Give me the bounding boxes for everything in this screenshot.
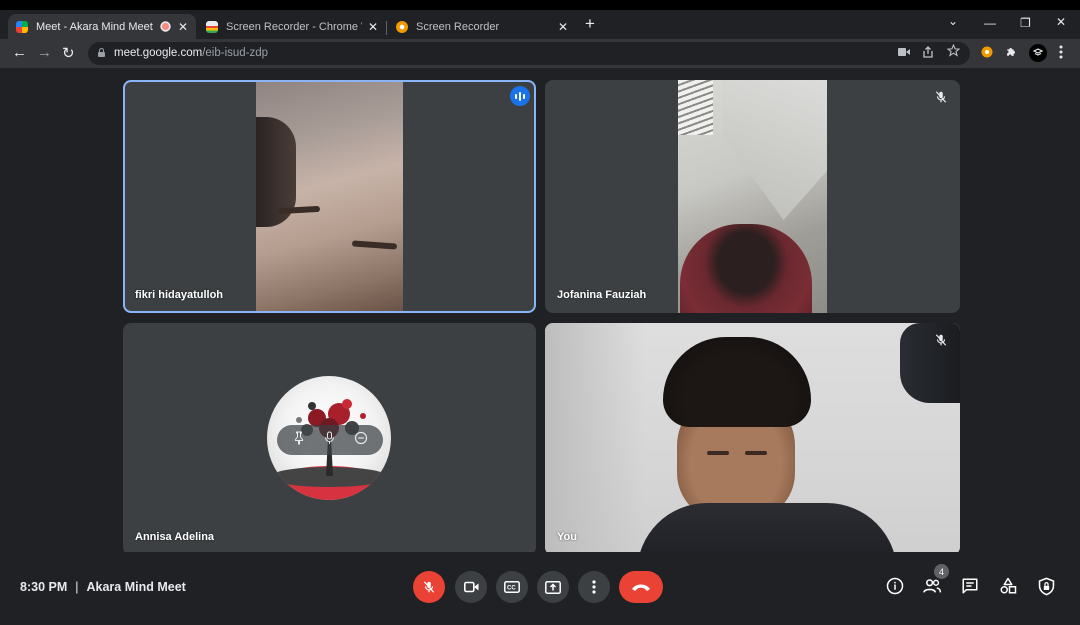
info-icon bbox=[886, 577, 904, 595]
window-close-icon[interactable]: ✕ bbox=[1056, 15, 1066, 29]
meet-favicon-icon bbox=[16, 20, 28, 33]
star-icon[interactable] bbox=[946, 43, 961, 60]
tab-separator bbox=[386, 21, 387, 35]
captions-icon: CC bbox=[504, 581, 520, 593]
more-options-button[interactable] bbox=[578, 571, 610, 603]
tab-search-icon[interactable]: ⌄ bbox=[948, 14, 958, 28]
separator: | bbox=[75, 580, 79, 594]
chrome-web-store-favicon-icon bbox=[206, 20, 218, 33]
mic-off-icon bbox=[423, 581, 435, 593]
participant-name: fikri hidayatulloh bbox=[135, 289, 224, 301]
kebab-menu-icon[interactable] bbox=[1059, 45, 1063, 64]
recording-indicator-icon bbox=[160, 21, 171, 32]
puzzle-extensions-icon[interactable] bbox=[1005, 45, 1018, 63]
share-icon[interactable] bbox=[922, 46, 934, 61]
host-controls-icon bbox=[1038, 577, 1054, 595]
participant-name: You bbox=[557, 531, 577, 543]
mic-icon[interactable] bbox=[324, 431, 335, 450]
tab-meet[interactable]: Meet - Akara Mind Meet ✕ bbox=[8, 14, 196, 39]
pin-icon[interactable] bbox=[293, 431, 305, 450]
profile-avatar-icon[interactable] bbox=[1029, 44, 1047, 67]
participant-tile[interactable]: Annisa Adelina bbox=[123, 323, 536, 555]
address-bar[interactable]: meet.google.com/eib-isud-zdp bbox=[88, 42, 970, 65]
participant-video bbox=[545, 323, 960, 555]
camera-icon[interactable] bbox=[898, 46, 910, 60]
back-icon[interactable]: ← bbox=[12, 44, 27, 61]
reload-icon[interactable]: ↻ bbox=[62, 44, 75, 62]
meet-control-bar: 8:30 PM | Akara Mind Meet CC 4 bbox=[0, 552, 1080, 625]
mic-toggle-button[interactable] bbox=[413, 571, 445, 603]
screen-recorder-extension-icon[interactable] bbox=[981, 45, 993, 63]
forward-icon[interactable]: → bbox=[37, 44, 52, 61]
meet-stage: fikri hidayatulloh Jofanina Fauziah Anni… bbox=[0, 68, 1080, 625]
tab-screen-recorder[interactable]: Screen Recorder ✕ bbox=[388, 14, 576, 39]
participant-video bbox=[256, 82, 403, 311]
browser-tab-bar: Meet - Akara Mind Meet ✕ Screen Recorder… bbox=[0, 10, 1080, 39]
meeting-name: Akara Mind Meet bbox=[86, 580, 186, 594]
muted-mic-icon bbox=[934, 333, 948, 347]
tab-close-icon[interactable]: ✕ bbox=[368, 20, 378, 34]
tab-title: Screen Recorder bbox=[416, 20, 500, 33]
captions-button[interactable]: CC bbox=[496, 571, 528, 603]
host-controls-button[interactable] bbox=[1036, 576, 1056, 596]
tab-title: Meet - Akara Mind Meet bbox=[36, 20, 153, 33]
screen-top-edge bbox=[0, 0, 1080, 10]
tab-title: Screen Recorder - Chrome Web Store bbox=[226, 20, 362, 33]
people-button[interactable] bbox=[922, 576, 942, 596]
participant-name: Jofanina Fauziah bbox=[557, 289, 647, 301]
camera-icon bbox=[463, 581, 478, 593]
participant-video bbox=[678, 80, 827, 313]
tab-close-icon[interactable]: ✕ bbox=[558, 20, 568, 34]
participant-tile[interactable]: Jofanina Fauziah bbox=[545, 80, 960, 313]
svg-text:CC: CC bbox=[507, 586, 516, 592]
camera-toggle-button[interactable] bbox=[455, 571, 487, 603]
browser-toolbar: ← → ↻ meet.google.com/eib-isud-zdp bbox=[0, 39, 1080, 68]
present-now-button[interactable] bbox=[537, 571, 569, 603]
url-text: meet.google.com/eib-isud-zdp bbox=[114, 47, 269, 59]
screen-recorder-favicon-icon bbox=[396, 20, 408, 33]
minimize-icon[interactable]: — bbox=[984, 16, 996, 30]
new-tab-button[interactable]: + bbox=[585, 14, 595, 34]
tile-hover-controls bbox=[277, 425, 383, 455]
chat-button[interactable] bbox=[960, 576, 980, 596]
muted-mic-icon bbox=[934, 90, 948, 104]
more-options-icon bbox=[592, 580, 596, 594]
meeting-details-button[interactable] bbox=[885, 576, 905, 596]
tab-screen-recorder-store[interactable]: Screen Recorder - Chrome Web Store ✕ bbox=[198, 14, 386, 39]
participant-tile[interactable]: fikri hidayatulloh bbox=[123, 80, 536, 313]
present-screen-icon bbox=[545, 580, 561, 594]
speaking-indicator-icon bbox=[510, 86, 530, 106]
chat-icon bbox=[962, 578, 978, 594]
people-icon bbox=[923, 579, 942, 593]
activities-icon bbox=[1000, 577, 1017, 594]
leave-call-button[interactable] bbox=[619, 571, 663, 603]
meeting-details: 8:30 PM | Akara Mind Meet bbox=[20, 580, 186, 594]
participant-name: Annisa Adelina bbox=[135, 531, 215, 543]
participant-tile-self[interactable]: You bbox=[545, 323, 960, 555]
lock-icon[interactable] bbox=[98, 48, 105, 57]
tab-close-icon[interactable]: ✕ bbox=[178, 20, 188, 34]
people-count-badge: 4 bbox=[934, 564, 949, 579]
activities-button[interactable] bbox=[998, 576, 1018, 596]
restore-icon[interactable]: ❐ bbox=[1020, 16, 1031, 30]
remove-icon[interactable] bbox=[354, 431, 368, 450]
current-time: 8:30 PM bbox=[20, 580, 68, 594]
end-call-icon bbox=[632, 584, 650, 591]
